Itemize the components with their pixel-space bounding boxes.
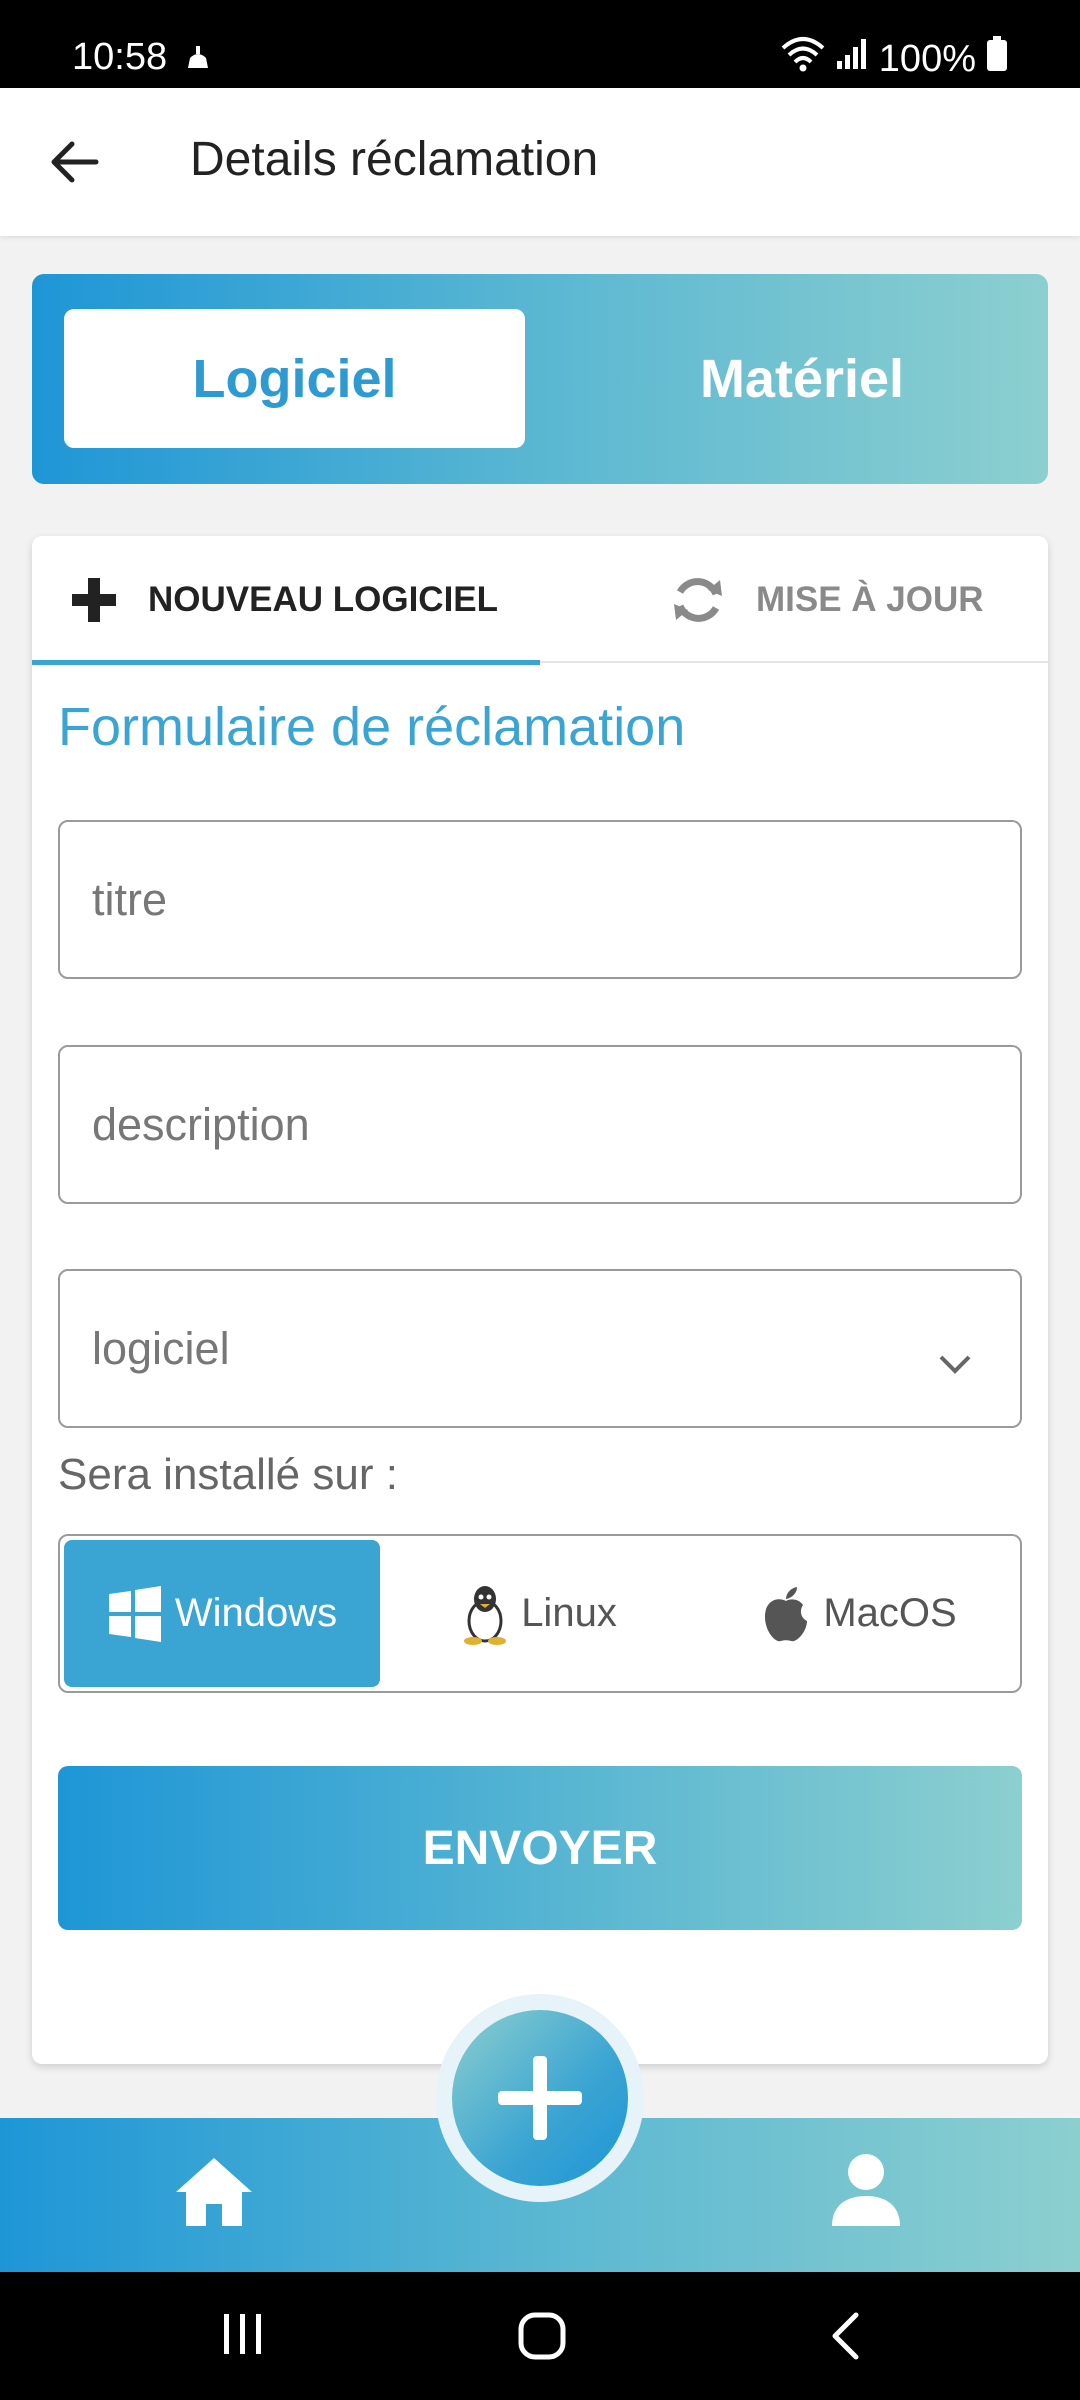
linux-icon bbox=[464, 1585, 507, 1645]
tab-indicator bbox=[32, 660, 540, 665]
status-time: 10:58 bbox=[72, 36, 168, 78]
tab-bar: NOUVEAU LOGICIEL MISE À JOUR bbox=[32, 536, 1048, 665]
system-navigation-bar bbox=[0, 2272, 1080, 2400]
windows-icon bbox=[108, 1585, 161, 1642]
plus-icon bbox=[72, 577, 116, 622]
os-selector: Windows Linux MacOS bbox=[58, 1534, 1022, 1693]
title-placeholder: titre bbox=[92, 873, 168, 925]
refresh-icon bbox=[674, 577, 722, 622]
segment-logiciel[interactable]: Logiciel bbox=[64, 309, 525, 448]
tab-mise-a-jour[interactable]: MISE À JOUR bbox=[540, 536, 1048, 663]
os-label: MacOS bbox=[823, 1591, 957, 1635]
tab-label: MISE À JOUR bbox=[756, 579, 984, 619]
apple-icon bbox=[765, 1586, 808, 1641]
wifi-icon bbox=[781, 36, 825, 82]
signal-icon bbox=[835, 37, 869, 81]
software-select[interactable]: logiciel bbox=[58, 1269, 1022, 1428]
os-option-macos[interactable]: MacOS bbox=[698, 1540, 1020, 1687]
battery-icon bbox=[986, 36, 1008, 82]
tab-label: NOUVEAU LOGICIEL bbox=[148, 579, 499, 619]
back-arrow-icon[interactable] bbox=[48, 136, 100, 188]
battery-percent: 100% bbox=[878, 37, 976, 80]
select-value: logiciel bbox=[92, 1322, 230, 1374]
home-icon[interactable] bbox=[174, 2156, 254, 2233]
back-nav-icon[interactable] bbox=[830, 2312, 860, 2365]
os-option-linux[interactable]: Linux bbox=[380, 1540, 698, 1687]
status-bar: 10:58 100% bbox=[0, 0, 1080, 88]
install-label: Sera installé sur : bbox=[58, 1450, 398, 1499]
submit-button[interactable]: ENVOYER bbox=[58, 1766, 1022, 1930]
chevron-down-icon bbox=[938, 1335, 972, 1387]
tab-nouveau-logiciel[interactable]: NOUVEAU LOGICIEL bbox=[32, 536, 540, 665]
form-card: NOUVEAU LOGICIEL MISE À JOUR Formulaire … bbox=[32, 536, 1048, 2064]
os-label: Linux bbox=[521, 1591, 617, 1635]
category-segment: Logiciel Matériel bbox=[32, 274, 1048, 484]
home-nav-icon[interactable] bbox=[518, 2312, 566, 2365]
plus-icon bbox=[498, 2056, 582, 2140]
segment-materiel[interactable]: Matériel bbox=[572, 309, 1032, 448]
recents-icon[interactable] bbox=[222, 2312, 264, 2361]
add-button[interactable] bbox=[452, 2010, 628, 2186]
app-bar: Details réclamation bbox=[0, 88, 1080, 236]
description-input[interactable]: description bbox=[58, 1045, 1022, 1204]
os-option-windows[interactable]: Windows bbox=[64, 1540, 380, 1687]
profile-icon[interactable] bbox=[830, 2152, 902, 2233]
os-label: Windows bbox=[174, 1591, 338, 1635]
form-title: Formulaire de réclamation bbox=[58, 697, 686, 757]
page-title: Details réclamation bbox=[190, 133, 599, 186]
notification-icon bbox=[184, 44, 212, 75]
description-placeholder: description bbox=[92, 1098, 310, 1150]
title-input[interactable]: titre bbox=[58, 820, 1022, 979]
